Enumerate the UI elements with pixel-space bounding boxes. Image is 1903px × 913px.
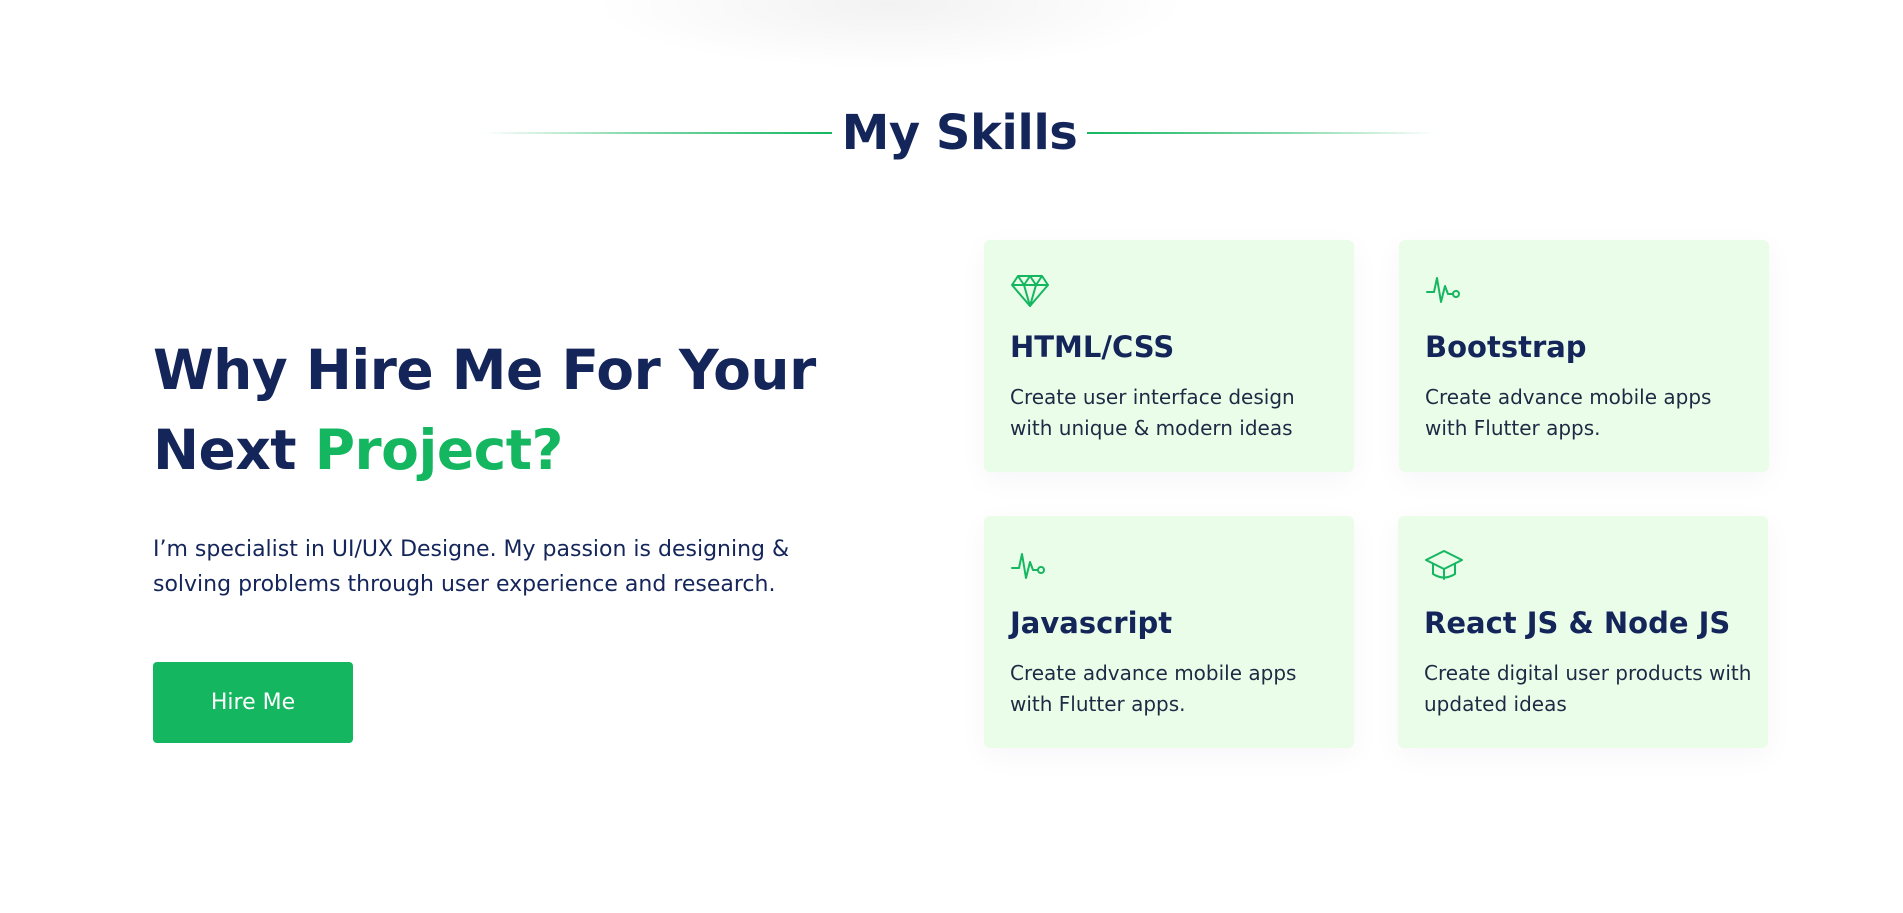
skill-card-react-node: React JS & Node JS Create digital user p…	[1398, 516, 1768, 748]
pulse-icon	[1010, 546, 1050, 586]
pulse-icon	[1425, 270, 1465, 310]
skill-description: Create user interface design with unique…	[1010, 385, 1295, 440]
headline-line2: Next	[153, 418, 315, 482]
hire-me-button[interactable]: Hire Me	[153, 662, 353, 743]
title-divider-right	[1087, 132, 1437, 134]
skill-title: HTML/CSS	[1010, 330, 1175, 364]
skill-title: Javascript	[1010, 606, 1173, 640]
headline-accent: Project?	[314, 418, 564, 482]
skill-card-html-css: HTML/CSS Create user interface design wi…	[984, 240, 1354, 472]
graduation-cap-icon	[1424, 546, 1464, 586]
intro-column: Why Hire Me For Your Next Project? I’m s…	[153, 330, 853, 743]
skill-description: Create advance mobile apps with Flutter …	[1010, 661, 1297, 716]
title-divider-left	[482, 132, 832, 134]
section-header: My Skills	[0, 100, 1903, 170]
skill-card-javascript: Javascript Create advance mobile apps wi…	[984, 516, 1354, 748]
skill-title: Bootstrap	[1425, 330, 1587, 364]
skill-description: Create advance mobile apps with Flutter …	[1425, 385, 1712, 440]
headline: Why Hire Me For Your Next Project?	[153, 330, 853, 490]
skill-description: Create digital user products with update…	[1424, 661, 1752, 716]
headline-line1: Why Hire Me For Your	[153, 338, 816, 402]
diamond-icon	[1010, 270, 1050, 310]
section-title: My Skills	[841, 105, 1078, 161]
intro-description: I’m specialist in UI/UX Designe. My pass…	[153, 537, 790, 597]
skills-section: My Skills Why Hire Me For Your Next Proj…	[0, 0, 1903, 913]
skill-card-bootstrap: Bootstrap Create advance mobile apps wit…	[1399, 240, 1769, 472]
decorative-shadow	[590, 0, 1190, 70]
skill-title: React JS & Node JS	[1424, 606, 1731, 640]
